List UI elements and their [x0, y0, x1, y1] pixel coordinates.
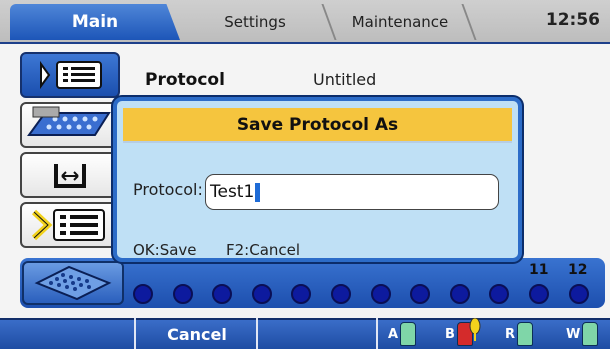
- plate-well: [371, 284, 391, 304]
- protocol-name-value: Test1: [210, 182, 255, 202]
- plate-well: [410, 284, 430, 304]
- tab-main[interactable]: Main: [10, 4, 180, 40]
- protocol-label: Protocol: [145, 70, 225, 90]
- f2-cancel-hint: F2:Cancel: [226, 241, 301, 259]
- plate-well: [173, 284, 193, 304]
- plate-well: [212, 284, 232, 304]
- bath-temperature-button[interactable]: [20, 152, 120, 198]
- warning-icon: [469, 318, 481, 341]
- bath-temperature-icon: [54, 164, 86, 188]
- plate-well: [331, 284, 351, 304]
- bottle-r: R: [505, 322, 534, 346]
- clock: 12:56: [545, 10, 600, 30]
- bottom-divider: [256, 318, 258, 349]
- ok-save-hint: OK:Save: [133, 241, 197, 259]
- bottle-icon: [517, 322, 534, 346]
- protocol-list-icon: [40, 60, 102, 90]
- bottom-divider: [134, 318, 136, 349]
- dispense-plate-icon: [27, 106, 111, 136]
- plate-well: [291, 284, 311, 304]
- plate-well: [252, 284, 272, 304]
- bottle-icon: [400, 322, 417, 346]
- bottle-letter: W: [566, 326, 581, 342]
- bottle-icon: [582, 322, 599, 346]
- bottle-a: A: [388, 322, 417, 346]
- plate-well: [489, 284, 509, 304]
- plate-well: [450, 284, 470, 304]
- protocol-name: Untitled: [313, 70, 377, 89]
- tab-bar: Main Settings Maintenance 12:56: [0, 0, 610, 44]
- plate-well: [569, 284, 589, 304]
- plate-well: [529, 284, 549, 304]
- step-list-icon: [31, 209, 105, 241]
- tab-maintenance[interactable]: Maintenance: [330, 4, 470, 40]
- cancel-button[interactable]: Cancel: [138, 320, 256, 348]
- column-number: 12: [568, 262, 588, 278]
- microplate-icon: [34, 265, 112, 301]
- bottle-b: B: [445, 318, 481, 346]
- column-number: 11: [529, 262, 549, 278]
- text-caret: [255, 182, 261, 202]
- bottle-letter: B: [445, 326, 455, 342]
- plate-well: [133, 284, 153, 304]
- dialog-title: Save Protocol As: [123, 108, 512, 143]
- step-list-button[interactable]: [20, 202, 120, 248]
- save-protocol-dialog: Save Protocol As Protocol: Test1 OK:Save…: [113, 97, 522, 262]
- bottle-letter: R: [505, 326, 516, 342]
- tab-settings[interactable]: Settings: [180, 4, 330, 40]
- protocol-list-button[interactable]: [20, 52, 120, 98]
- protocol-name-input[interactable]: Test1: [205, 174, 499, 210]
- bottle-letter: A: [388, 326, 399, 342]
- bottle-w: W: [566, 322, 599, 346]
- dispense-plate-button[interactable]: [20, 102, 120, 148]
- protocol-field-label: Protocol:: [133, 180, 203, 199]
- bottom-divider: [376, 318, 378, 349]
- instrument-screen: Main Settings Maintenance 12:56 Protocol…: [0, 0, 610, 349]
- plate-button[interactable]: [22, 261, 124, 305]
